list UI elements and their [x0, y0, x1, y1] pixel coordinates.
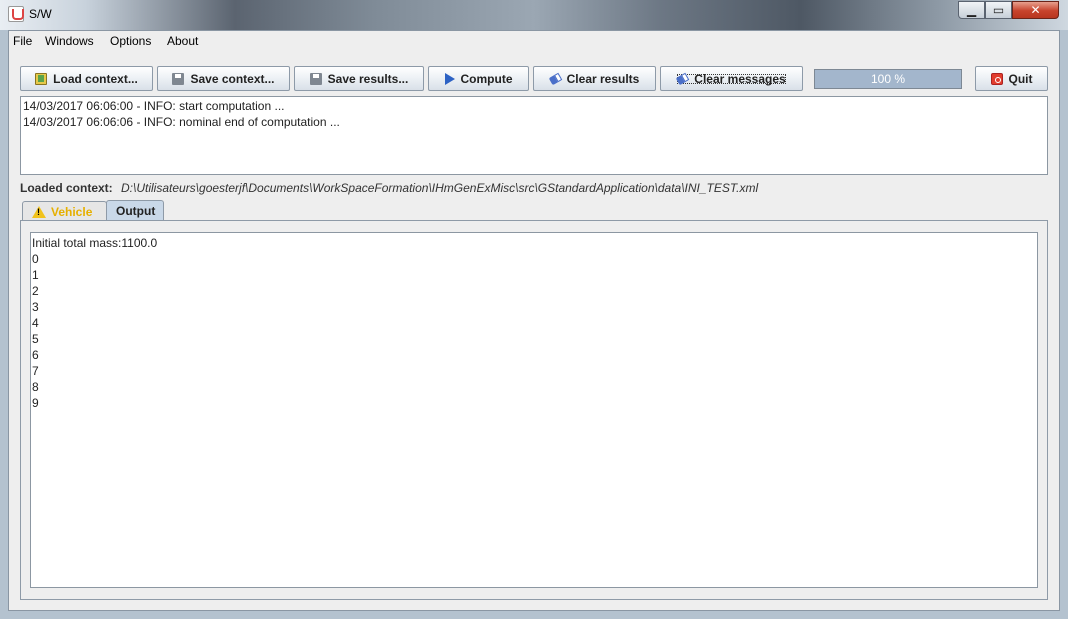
- eraser-icon: [548, 72, 562, 85]
- load-context-button[interactable]: Load context...: [20, 66, 153, 91]
- progress-bar: 100 %: [814, 69, 962, 89]
- output-text-area[interactable]: Initial total mass:1100.0 0 1 2 3 4 5 6 …: [30, 232, 1038, 588]
- clear-results-label: Clear results: [566, 71, 640, 86]
- tab-output-label: Output: [116, 204, 156, 218]
- output-line: 0: [32, 252, 39, 266]
- tab-output[interactable]: Output: [106, 200, 164, 221]
- focus-ring: Clear messages: [673, 70, 789, 88]
- save-results-label: Save results...: [327, 71, 409, 86]
- loaded-context-label: Loaded context:: [20, 181, 113, 195]
- clear-messages-label: Clear messages: [694, 71, 786, 86]
- minimize-button[interactable]: ▁: [958, 1, 985, 19]
- clear-results-button[interactable]: Clear results: [533, 66, 656, 91]
- output-line: 3: [32, 300, 39, 314]
- save-disk-icon: [172, 72, 185, 85]
- progress-text: 100 %: [870, 72, 906, 86]
- compute-label: Compute: [460, 71, 513, 86]
- quit-label: Quit: [1008, 71, 1033, 86]
- clear-messages-button[interactable]: Clear messages: [660, 66, 803, 91]
- output-line: 4: [32, 316, 39, 330]
- load-context-label: Load context...: [53, 71, 138, 86]
- output-line: 5: [32, 332, 39, 346]
- save-results-button[interactable]: Save results...: [294, 66, 424, 91]
- maximize-button[interactable]: ▭: [985, 1, 1012, 19]
- menu-about[interactable]: About: [167, 34, 198, 48]
- menu-windows[interactable]: Windows: [45, 34, 94, 48]
- output-line: Initial total mass:1100.0: [32, 236, 158, 250]
- title-bar[interactable]: S/W ▁ ▭ ✕: [0, 0, 1068, 30]
- output-line: 8: [32, 380, 39, 394]
- loaded-context-path: D:\Utilisateurs\goesterjf\Documents\Work…: [121, 181, 759, 195]
- menu-bar: File Windows Options About: [9, 31, 1059, 53]
- power-icon: [990, 72, 1003, 85]
- close-button[interactable]: ✕: [1012, 1, 1059, 19]
- output-line: 9: [32, 396, 39, 410]
- java-app-icon: [8, 6, 24, 22]
- message-line: 14/03/2017 06:06:00 - INFO: start comput…: [23, 99, 285, 113]
- output-line: 6: [32, 348, 39, 362]
- close-icon: ✕: [1030, 3, 1041, 17]
- tab-vehicle[interactable]: Vehicle: [22, 201, 107, 221]
- save-context-button[interactable]: Save context...: [157, 66, 290, 91]
- eraser-icon: [676, 72, 690, 85]
- window-controls: ▁ ▭ ✕: [958, 1, 1059, 19]
- save-context-label: Save context...: [190, 71, 275, 86]
- maximize-icon: ▭: [992, 3, 1005, 17]
- output-line: 7: [32, 364, 39, 378]
- window-title: S/W: [29, 7, 52, 21]
- menu-file[interactable]: File: [13, 34, 32, 48]
- output-line: 2: [32, 284, 39, 298]
- warning-icon: [32, 205, 46, 218]
- tab-vehicle-label: Vehicle: [51, 204, 93, 219]
- output-tab-panel: Initial total mass:1100.0 0 1 2 3 4 5 6 …: [20, 220, 1048, 600]
- messages-area[interactable]: 14/03/2017 06:06:00 - INFO: start comput…: [20, 96, 1048, 175]
- minimize-icon: ▁: [966, 3, 977, 17]
- menu-options[interactable]: Options: [110, 34, 151, 48]
- message-line: 14/03/2017 06:06:06 - INFO: nominal end …: [23, 115, 340, 129]
- play-icon: [444, 72, 455, 85]
- output-line: 1: [32, 268, 39, 282]
- load-folder-icon: [35, 72, 48, 85]
- application-window: S/W ▁ ▭ ✕ File Windows Options About Loa…: [0, 0, 1068, 619]
- compute-button[interactable]: Compute: [428, 66, 529, 91]
- quit-button[interactable]: Quit: [975, 66, 1048, 91]
- save-disk-icon: [309, 72, 322, 85]
- main-panel: File Windows Options About Load context.…: [8, 30, 1060, 611]
